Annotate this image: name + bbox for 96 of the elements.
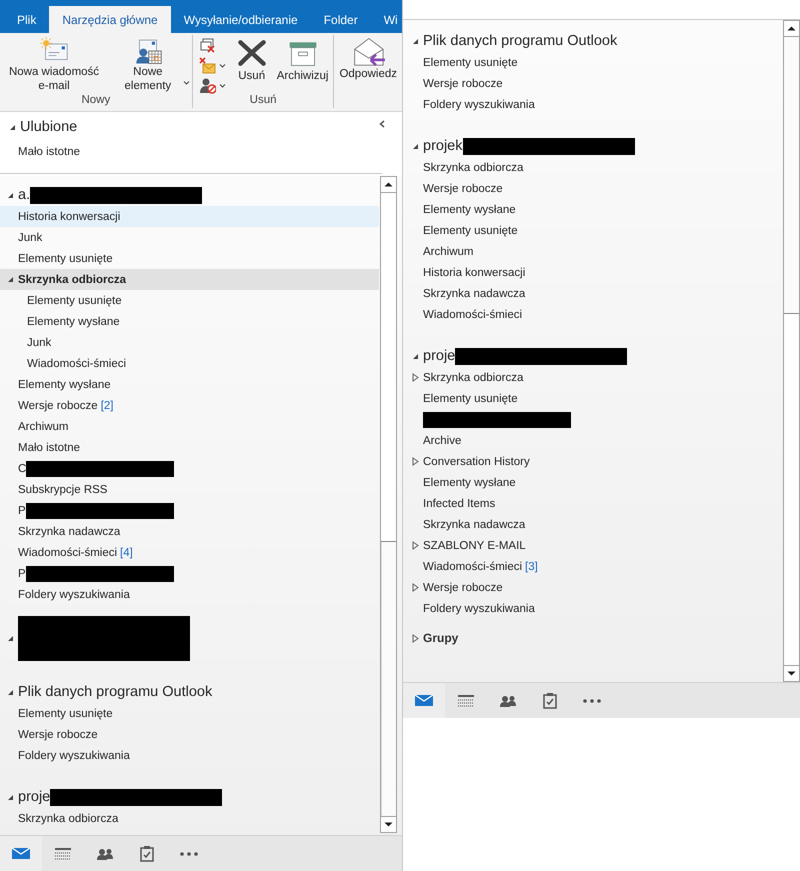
folder-item[interactable]: Skrzynka nadawcza bbox=[405, 514, 782, 535]
folder-item[interactable]: Historia konwersacji bbox=[0, 206, 379, 227]
collapse-chevron-icon bbox=[379, 120, 385, 128]
ribbon-button[interactable]: Archiwizuj bbox=[274, 37, 332, 93]
group-header[interactable]: Grupy bbox=[405, 627, 782, 649]
ribbon-button[interactable]: Nowa wiadomość e-mail bbox=[2, 37, 106, 93]
folder-item[interactable]: Wersje robocze bbox=[405, 577, 782, 598]
tasks-icon bbox=[543, 692, 557, 709]
scroll-up-icon bbox=[787, 26, 796, 31]
mail-icon bbox=[414, 693, 434, 708]
calendar-icon bbox=[458, 694, 474, 706]
folder-item[interactable]: Elementy usunięte bbox=[405, 388, 782, 409]
folder-item[interactable]: Wersje robocze bbox=[0, 724, 379, 745]
folder-item[interactable]: P bbox=[0, 500, 379, 521]
folder-item[interactable]: Elementy usunięte bbox=[405, 52, 782, 73]
folder-item[interactable]: Foldery wyszukiwania bbox=[405, 598, 782, 619]
account-header[interactable]: Plik danych programu Outlook bbox=[405, 30, 782, 52]
folder-item[interactable]: SZABLONY E-MAIL bbox=[405, 535, 782, 556]
ribbon-tab[interactable]: Plik bbox=[4, 6, 50, 33]
cleanup-icon bbox=[198, 57, 216, 74]
folder-item[interactable]: Mało istotne bbox=[0, 141, 382, 162]
folder-item[interactable]: Skrzynka nadawcza bbox=[0, 521, 379, 542]
folder-item[interactable]: Historia konwersacji bbox=[405, 262, 782, 283]
folder-item[interactable]: Conversation History bbox=[405, 451, 782, 472]
people-icon bbox=[97, 848, 113, 860]
folder-item[interactable]: P bbox=[0, 563, 379, 584]
folder-item[interactable]: Elementy usunięte bbox=[0, 703, 379, 724]
ribbon-tab[interactable]: Wi bbox=[370, 6, 402, 33]
ribbon-small-button[interactable] bbox=[198, 57, 226, 74]
scroll-down-icon bbox=[384, 822, 393, 827]
favorites-header[interactable]: Ulubione bbox=[0, 116, 382, 138]
folder-item[interactable]: C bbox=[0, 458, 379, 479]
account-header[interactable]: a. bbox=[0, 184, 379, 206]
folder-item[interactable]: Wersje robocze bbox=[405, 178, 782, 199]
folder-item[interactable]: Elementy wysłane bbox=[0, 374, 379, 395]
folder-item[interactable]: Elementy wysłane bbox=[405, 199, 782, 220]
more-dots-icon bbox=[583, 698, 601, 702]
scrollbar[interactable] bbox=[380, 176, 397, 833]
folder-item[interactable]: Elementy usunięte bbox=[0, 248, 379, 269]
ribbon-button[interactable]: Odpowiedz bbox=[336, 35, 400, 111]
block-sender-icon bbox=[198, 77, 216, 94]
ribbon-button[interactable]: Nowe elementy bbox=[106, 37, 190, 93]
folder-item[interactable]: Wiadomości-śmieci bbox=[405, 304, 782, 325]
ribbon-group-label: Nowy bbox=[80, 93, 112, 108]
folder-item[interactable]: Foldery wyszukiwania bbox=[0, 745, 379, 766]
folder-item[interactable]: Wiadomości-śmieci [4] bbox=[0, 542, 379, 563]
dropdown-caret-icon bbox=[218, 64, 226, 68]
account-header[interactable]: projek bbox=[405, 135, 782, 157]
folder-item[interactable]: Elementy usunięte bbox=[405, 220, 782, 241]
people-icon bbox=[500, 694, 516, 706]
folder-item[interactable]: Archiwum bbox=[0, 416, 379, 437]
folder-item[interactable]: Infected Items bbox=[405, 493, 782, 514]
nav-mail-button[interactable] bbox=[403, 683, 445, 718]
unread-count: [2] bbox=[100, 400, 114, 412]
folder-item[interactable]: Elementy usunięte bbox=[0, 290, 379, 311]
ribbon-tab[interactable]: Folder bbox=[310, 6, 371, 33]
unread-count: [4] bbox=[120, 546, 133, 558]
tasks-icon bbox=[140, 845, 154, 862]
folder-item[interactable]: Skrzynka odbiorcza bbox=[0, 808, 379, 829]
ignore-conversation-icon bbox=[198, 37, 216, 54]
mail-icon bbox=[11, 846, 31, 861]
folder-item[interactable]: Skrzynka nadawcza bbox=[405, 283, 782, 304]
folder-item[interactable]: Wiadomości-śmieci bbox=[0, 353, 379, 374]
folder-item[interactable]: Skrzynka odbiorcza bbox=[405, 157, 782, 178]
ribbon-tab[interactable]: Narzędzia główne bbox=[49, 6, 171, 33]
account-header[interactable]: Plik danych programu Outlook bbox=[0, 681, 379, 703]
folder-item[interactable]: Wiadomości-śmieci [3] bbox=[405, 556, 782, 577]
nav-mail-button[interactable] bbox=[0, 836, 42, 871]
folder-item[interactable]: Subskrypcje RSS bbox=[0, 479, 379, 500]
folder-item[interactable]: Elementy wysłane bbox=[0, 311, 379, 332]
more-dots-icon bbox=[180, 852, 198, 856]
folder-item[interactable]: Mało istotne bbox=[0, 437, 379, 458]
folder-item[interactable]: Wersje robocze bbox=[405, 73, 782, 94]
scroll-up-icon bbox=[384, 182, 393, 187]
account-header[interactable]: proje bbox=[0, 786, 379, 808]
folder-item[interactable]: Foldery wyszukiwania bbox=[405, 94, 782, 115]
unread-count: [3] bbox=[525, 560, 538, 572]
ribbon-small-button[interactable] bbox=[198, 77, 226, 94]
folder-item[interactable]: Junk bbox=[0, 332, 379, 353]
folder-item[interactable]: Wersje robocze [2] bbox=[0, 395, 379, 416]
folder-item[interactable]: Elementy wysłane bbox=[405, 472, 782, 493]
calendar-icon bbox=[55, 848, 71, 860]
ribbon-tab[interactable]: Wysyłanie/odbieranie bbox=[170, 6, 311, 33]
folder-item[interactable]: Junk bbox=[0, 227, 379, 248]
ribbon-group-label: Usuń bbox=[248, 93, 278, 108]
folder-item[interactable]: Skrzynka odbiorcza bbox=[0, 269, 379, 290]
account-header[interactable]: proje bbox=[405, 345, 782, 367]
dropdown-caret-icon bbox=[182, 81, 190, 85]
folder-item[interactable]: Archive bbox=[405, 430, 782, 451]
scroll-down-icon bbox=[787, 671, 796, 676]
folder-item[interactable]: Archiwum bbox=[405, 241, 782, 262]
folder-item[interactable]: Foldery wyszukiwania bbox=[0, 584, 379, 605]
ribbon-button[interactable]: Usuń bbox=[230, 37, 274, 93]
dropdown-caret-icon bbox=[218, 84, 226, 88]
scrollbar[interactable] bbox=[783, 20, 800, 682]
folder-item[interactable]: Skrzynka odbiorcza bbox=[405, 367, 782, 388]
